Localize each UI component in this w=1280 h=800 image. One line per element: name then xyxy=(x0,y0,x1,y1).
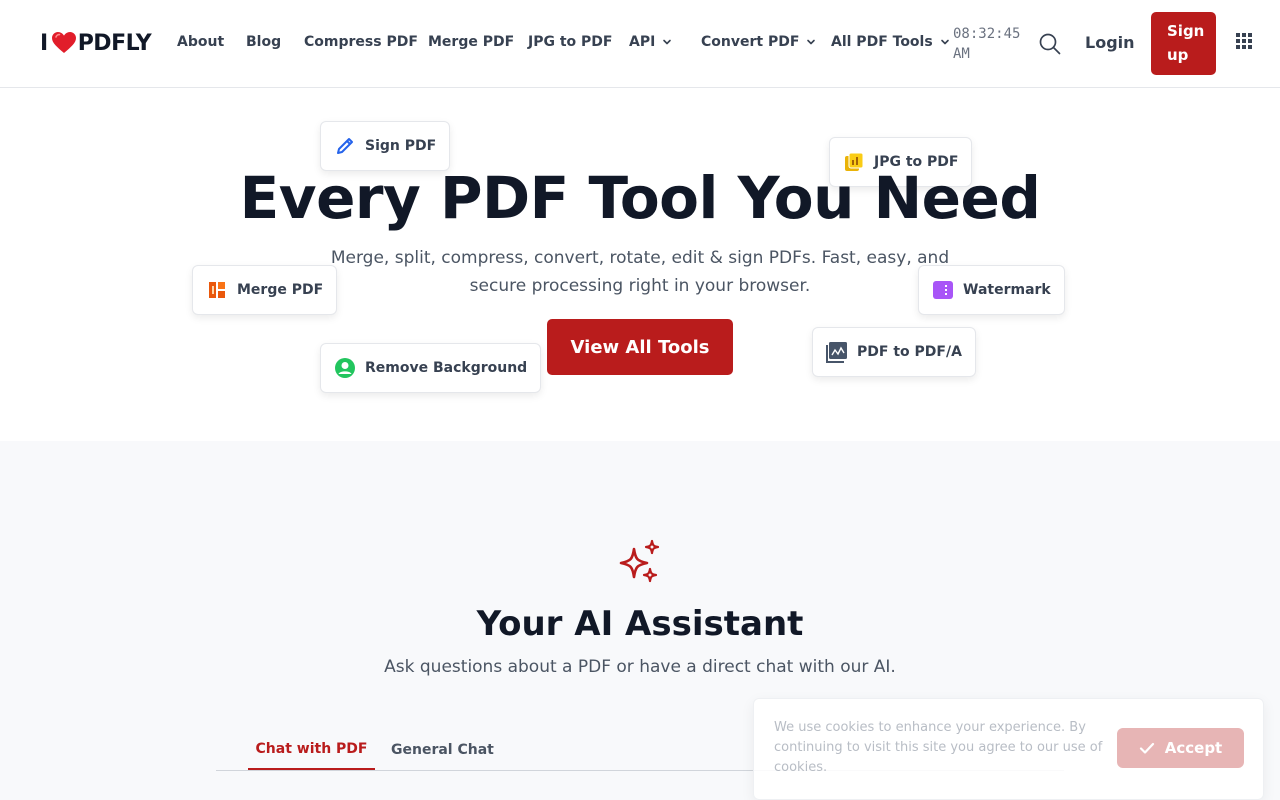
hero-subtitle: Merge, split, compress, convert, rotate,… xyxy=(330,248,950,296)
nav-label: All PDF Tools xyxy=(831,34,933,50)
nav-convert-pdf-dropdown[interactable]: Convert PDF xyxy=(701,34,816,50)
chip-merge-pdf[interactable]: Merge PDF xyxy=(192,265,338,315)
accept-cookies-button[interactable]: Accept xyxy=(1117,728,1244,768)
chip-label: Remove Background xyxy=(365,360,528,376)
signup-button[interactable]: Sign up xyxy=(1151,12,1216,75)
chip-pdf-to-pdfa[interactable]: PDF to PDF/A xyxy=(812,327,976,377)
nav-compress-pdf[interactable]: Compress PDF xyxy=(304,34,418,50)
cookie-text: We use cookies to enhance your experienc… xyxy=(774,720,1103,775)
chevron-down-icon xyxy=(663,39,672,45)
nav-about[interactable]: About xyxy=(177,34,224,50)
signup-label-line2: up xyxy=(1167,46,1189,64)
nav-label: API xyxy=(629,34,656,50)
hero-title: Every PDF Tool You Need xyxy=(239,164,1041,232)
chevron-down-icon xyxy=(940,39,949,45)
logo[interactable]: I PDFLY xyxy=(40,29,152,57)
ai-subtitle: Ask questions about a PDF or have a dire… xyxy=(384,657,896,677)
nav-label: About xyxy=(177,34,225,50)
signup-label-line1: Sign xyxy=(1167,22,1205,40)
check-icon xyxy=(1139,742,1154,754)
nav-label: Convert PDF xyxy=(701,34,800,50)
tab-chat-with-pdf[interactable]: Chat with PDF xyxy=(248,730,375,770)
nav-merge-pdf[interactable]: Merge PDF xyxy=(428,34,514,50)
chip-watermark[interactable]: Watermark xyxy=(918,265,1065,315)
logo-name: PDFLY xyxy=(77,30,152,56)
chevron-down-icon xyxy=(807,39,816,45)
chart-image-icon xyxy=(826,342,847,363)
chip-label: PDF to PDF/A xyxy=(857,344,962,360)
nav-label: Blog xyxy=(246,34,282,50)
nav-label: Compress PDF xyxy=(304,34,418,50)
chip-remove-background[interactable]: Remove Background xyxy=(320,343,542,393)
pencil-icon xyxy=(337,138,353,154)
ai-title: Your AI Assistant xyxy=(476,604,804,644)
nav-all-pdf-tools-dropdown[interactable]: All PDF Tools xyxy=(831,34,950,50)
nav-blog[interactable]: Blog xyxy=(246,34,281,50)
grid-icon[interactable] xyxy=(1236,33,1252,49)
logo-prefix: I xyxy=(40,30,48,56)
clock-time: 08:32:45 xyxy=(953,26,1021,42)
chip-label: Watermark xyxy=(963,282,1051,298)
nav-jpg-to-pdf[interactable]: JPG to PDF xyxy=(528,34,612,50)
accept-label: Accept xyxy=(1164,739,1223,757)
site-header: I PDFLY About Blog Compress PDF Merge PD… xyxy=(0,0,1280,88)
search-icon[interactable] xyxy=(1038,32,1062,56)
clock-period: AM xyxy=(953,46,970,62)
nav-label: Merge PDF xyxy=(428,34,515,50)
nav-label: JPG to PDF xyxy=(528,34,613,50)
clock: 08:32:45 AM xyxy=(953,24,1025,64)
heart-icon xyxy=(51,32,76,53)
person-icon xyxy=(335,358,355,378)
nav-api-dropdown[interactable]: API xyxy=(629,34,672,50)
view-all-tools-button[interactable]: View All Tools xyxy=(547,319,733,375)
watermark-icon xyxy=(933,281,953,299)
login-button[interactable]: Login xyxy=(1085,33,1135,52)
merge-icon xyxy=(209,282,225,298)
sparkle-icon xyxy=(619,539,660,583)
chip-label: Sign PDF xyxy=(365,138,437,154)
cookie-banner: We use cookies to enhance your experienc… xyxy=(753,698,1264,800)
tab-general-chat[interactable]: General Chat xyxy=(391,730,494,770)
chip-label: Merge PDF xyxy=(237,282,324,298)
